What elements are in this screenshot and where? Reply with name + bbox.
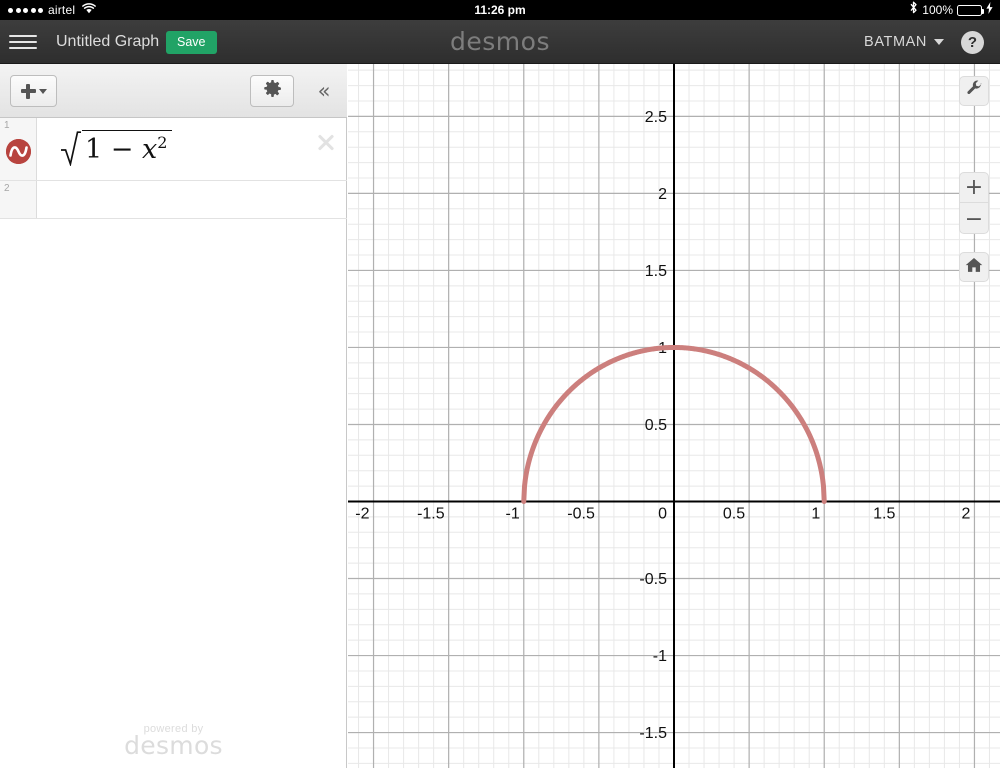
desmos-app: airtel 11:26 pm 100% Untitled Graph Save… xyxy=(0,0,1000,768)
radicand: 1 − x2 xyxy=(82,130,173,165)
reset-view-home-button[interactable] xyxy=(959,252,989,282)
svg-text:2.5: 2.5 xyxy=(645,109,667,126)
plus-icon xyxy=(20,83,36,99)
account-name-label: BATMAN xyxy=(864,34,927,50)
bluetooth-icon xyxy=(909,0,918,20)
collapse-panel-button[interactable]: « xyxy=(308,75,340,107)
caret-down-icon xyxy=(38,88,47,94)
add-expression-button[interactable] xyxy=(10,75,57,107)
wrench-icon xyxy=(966,80,983,102)
watermark-desmos: desmos xyxy=(124,731,223,760)
svg-text:-1: -1 xyxy=(653,648,667,665)
radicand-variable: x xyxy=(141,134,158,165)
close-x-icon[interactable] xyxy=(314,130,338,154)
svg-text:1.5: 1.5 xyxy=(873,505,895,522)
desmos-logo: desmos xyxy=(450,27,550,56)
graph-canvas[interactable]: -2 -1.5 -1 -0.5 0 0.5 1 1.5 2 2.5 2 1.5 1 0.5 -0.5 -1 -1… xyxy=(348,64,1000,768)
charging-bolt-icon xyxy=(986,0,993,20)
expression-index: 1 xyxy=(4,120,10,131)
svg-text:0.5: 0.5 xyxy=(645,417,667,434)
expression-gutter: 2 xyxy=(0,181,37,218)
battery-icon xyxy=(957,4,984,16)
account-menu[interactable]: BATMAN xyxy=(864,20,944,64)
svg-text:-0.5: -0.5 xyxy=(567,505,595,522)
app-header: Untitled Graph Save desmos BATMAN ? xyxy=(0,20,1000,64)
expression-gutter: 1 xyxy=(0,118,37,180)
svg-text:0: 0 xyxy=(658,505,667,522)
expression-panel: « 1 1 − x2 2 powered by desmos xyxy=(0,64,347,768)
svg-text:-1.5: -1.5 xyxy=(639,725,667,742)
axis-tick-labels: -2 -1.5 -1 -0.5 0 0.5 1 1.5 22.521.510.5-0.5-1-1… xyxy=(355,109,970,742)
svg-text:0.5: 0.5 xyxy=(723,505,745,522)
expression-row[interactable]: 2 xyxy=(0,181,347,219)
svg-text:-2: -2 xyxy=(355,505,369,522)
curve-color-swatch-icon[interactable] xyxy=(6,139,31,164)
graph-tools-button[interactable] xyxy=(959,76,989,106)
help-button[interactable]: ? xyxy=(961,31,984,54)
gear-icon xyxy=(263,79,282,103)
ios-status-bar: airtel 11:26 pm 100% xyxy=(0,0,1000,20)
radicand-exponent: 2 xyxy=(157,133,168,152)
battery-percent-label: 100% xyxy=(922,3,953,17)
radicand-prefix: 1 − xyxy=(85,134,142,165)
svg-text:-1.5: -1.5 xyxy=(417,505,445,522)
expression-body[interactable]: 1 − x2 xyxy=(37,118,347,180)
zoom-out-button[interactable]: − xyxy=(960,204,988,233)
status-bar-right: 100% xyxy=(909,0,993,20)
radical-sign-icon xyxy=(60,130,81,173)
svg-text:2: 2 xyxy=(962,505,971,522)
svg-text:2: 2 xyxy=(658,186,667,203)
expression-toolbar: « xyxy=(0,64,347,118)
status-bar-clock: 11:26 pm xyxy=(474,3,526,17)
expression-math[interactable]: 1 − x2 xyxy=(58,130,173,173)
svg-text:1.5: 1.5 xyxy=(645,263,667,280)
svg-text:1: 1 xyxy=(811,505,820,522)
chevron-down-icon xyxy=(934,39,944,45)
desmos-watermark: powered by desmos xyxy=(0,723,347,760)
square-root-glyph: 1 − x2 xyxy=(58,130,173,173)
zoom-in-button[interactable]: + xyxy=(960,173,988,203)
graph-settings-button[interactable] xyxy=(250,75,294,107)
expression-body[interactable] xyxy=(37,181,347,218)
zoom-controls: + − xyxy=(959,172,989,234)
home-icon xyxy=(965,256,983,279)
graph-plot[interactable]: -2 -1.5 -1 -0.5 0 0.5 1 1.5 22.521.510.5-0.5-1-1… xyxy=(348,64,1000,768)
svg-text:-0.5: -0.5 xyxy=(639,571,667,588)
svg-text:-1: -1 xyxy=(506,505,520,522)
expression-index: 2 xyxy=(4,183,10,194)
expression-row[interactable]: 1 1 − x2 xyxy=(0,118,347,181)
axes xyxy=(348,64,1000,768)
